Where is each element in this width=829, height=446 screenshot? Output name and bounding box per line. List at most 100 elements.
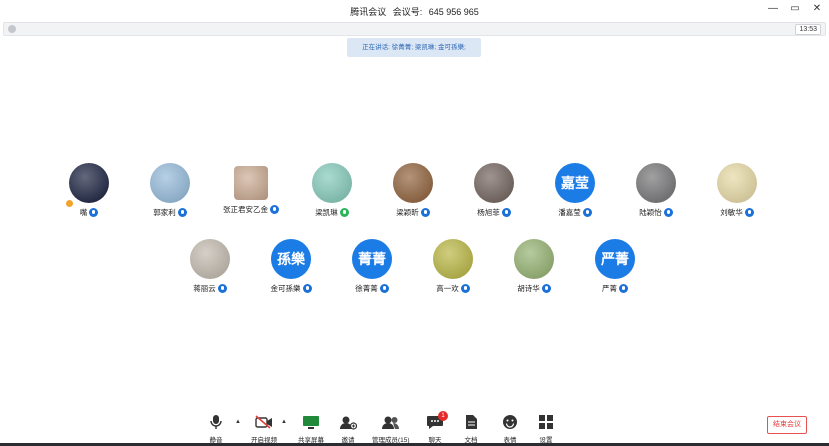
host-badge-icon bbox=[66, 200, 73, 207]
participant-tile[interactable]: 蒋丽云 bbox=[170, 239, 250, 294]
window-controls: — ▭ ✕ bbox=[767, 3, 823, 14]
microphone-icon bbox=[744, 208, 754, 217]
participant-name: 郭家利 bbox=[153, 208, 176, 217]
participant-name: 梁颖昕 bbox=[396, 208, 419, 217]
settings-icon bbox=[538, 414, 554, 430]
participant-tile[interactable]: 张正君安乙金 bbox=[211, 163, 291, 215]
toolbar-button-microphone[interactable]: 静音 bbox=[209, 414, 223, 444]
participant-name: 陆颖怡 bbox=[639, 208, 662, 217]
participant-name-line: 刘敏华 bbox=[697, 207, 777, 218]
avatar bbox=[150, 163, 190, 203]
app-name: 腾讯会议 bbox=[350, 7, 387, 17]
end-meeting-button[interactable]: 结束会议 bbox=[767, 416, 807, 434]
microphone-icon bbox=[541, 284, 551, 293]
microphone-icon bbox=[339, 208, 349, 217]
participant-name: 刘敏华 bbox=[720, 208, 743, 217]
participant-tile[interactable]: 嘉莹 潘嘉莹 bbox=[535, 163, 615, 218]
participant-name-line: 潘嘉莹 bbox=[535, 207, 615, 218]
participant-tile[interactable]: 孫樂 金可孫樂 bbox=[251, 239, 331, 294]
chevron-up-icon[interactable]: ▲ bbox=[281, 419, 287, 425]
participant-tile[interactable]: 菁菁 徐菁菁 bbox=[332, 239, 412, 294]
participant-name: 金可孫樂 bbox=[270, 284, 301, 293]
participant-tile[interactable]: 郭家利 bbox=[130, 163, 210, 218]
invite-icon bbox=[339, 414, 357, 430]
toolbar-button-settings[interactable]: 设置 bbox=[538, 414, 554, 444]
minimize-icon[interactable]: — bbox=[767, 3, 779, 14]
avatar-initials: 严菁 bbox=[595, 239, 635, 279]
microphone-icon bbox=[582, 208, 592, 217]
participant-name: 潘嘉莹 bbox=[558, 208, 581, 217]
toolbar-button-emoji[interactable]: 表情 bbox=[502, 414, 518, 444]
participant-name-line: 梁凯琳 bbox=[292, 207, 372, 218]
participant-name-line: 梁颖昕 bbox=[373, 207, 453, 218]
participant-tile[interactable]: 杨旭菲 bbox=[454, 163, 534, 218]
shield-icon[interactable] bbox=[8, 25, 16, 33]
participant-name: 杨旭菲 bbox=[477, 208, 500, 217]
document-icon bbox=[464, 414, 478, 430]
window-title: 腾讯会议 会议号: 645 956 965 bbox=[0, 5, 829, 18]
meeting-timer: 13:53 bbox=[795, 24, 821, 35]
participant-tile[interactable]: 胡诗华 bbox=[494, 239, 574, 294]
members-icon bbox=[372, 414, 410, 430]
speaking-indicator: 正在讲话: 徐菁菁; 梁凯琳; 金可孫樂; bbox=[347, 38, 481, 57]
microphone-icon bbox=[270, 205, 279, 214]
participant-name-line: 嘴 bbox=[49, 207, 129, 218]
emoji-icon bbox=[502, 414, 518, 430]
toolbar-button-members[interactable]: 管理成员(15) bbox=[372, 414, 410, 444]
participant-name: 胡诗华 bbox=[517, 284, 540, 293]
participant-name: 徐菁菁 bbox=[355, 284, 378, 293]
participant-name: 严菁 bbox=[602, 284, 617, 293]
bottom-toolbar: 静音 开启视频 共享屏幕 邀请 管理成员(15) 1 聊天 文档 表情 设置 ▲ ▲ bbox=[0, 410, 829, 446]
title-bar: 腾讯会议 会议号: 645 956 965 — ▭ ✕ bbox=[0, 0, 829, 22]
participant-tile[interactable]: 严菁 严菁 bbox=[575, 239, 655, 294]
toolbar-button-camera-off[interactable]: 开启视频 bbox=[251, 414, 277, 444]
avatar bbox=[312, 163, 352, 203]
participant-name: 嘴 bbox=[79, 208, 88, 217]
microphone-icon bbox=[420, 208, 430, 217]
participant-name: 张正君安乙金 bbox=[223, 205, 268, 214]
screen-share-icon bbox=[298, 414, 324, 430]
participant-tile[interactable]: 嘴 bbox=[49, 163, 129, 218]
meeting-id-label: 会议号: bbox=[392, 7, 423, 17]
toolbar-button-screen-share[interactable]: 共享屏幕 bbox=[298, 414, 324, 444]
participant-name-line: 徐菁菁 bbox=[332, 283, 412, 294]
microphone-icon bbox=[89, 208, 99, 217]
microphone-icon bbox=[663, 208, 673, 217]
microphone-icon bbox=[379, 284, 389, 293]
close-icon[interactable]: ✕ bbox=[811, 3, 823, 14]
participant-tile[interactable]: 梁凯琳 bbox=[292, 163, 372, 218]
participant-name: 高一欢 bbox=[436, 284, 459, 293]
chevron-up-icon[interactable]: ▲ bbox=[235, 419, 241, 425]
participant-name: 蒋丽云 bbox=[193, 284, 216, 293]
chat-icon: 1 bbox=[426, 411, 448, 430]
participant-name-line: 严菁 bbox=[575, 283, 655, 294]
avatar bbox=[474, 163, 514, 203]
participant-name-line: 陆颖怡 bbox=[616, 207, 696, 218]
toolbar-button-chat[interactable]: 1 聊天 bbox=[426, 411, 448, 444]
microphone-icon bbox=[460, 284, 470, 293]
participant-name-line: 杨旭菲 bbox=[454, 207, 534, 218]
participant-name-line: 金可孫樂 bbox=[251, 283, 331, 294]
avatar-initials: 孫樂 bbox=[271, 239, 311, 279]
toolbar-button-document[interactable]: 文档 bbox=[464, 414, 478, 444]
avatar bbox=[69, 163, 109, 203]
avatar bbox=[234, 166, 268, 200]
participant-tile[interactable]: 刘敏华 bbox=[697, 163, 777, 218]
unread-badge: 1 bbox=[438, 411, 448, 421]
meeting-status-bar: 13:53 bbox=[3, 22, 826, 36]
toolbar-button-invite[interactable]: 邀请 bbox=[339, 414, 357, 444]
avatar bbox=[717, 163, 757, 203]
participant-name-line: 郭家利 bbox=[130, 207, 210, 218]
camera-off-icon bbox=[251, 414, 277, 430]
microphone-icon bbox=[177, 208, 187, 217]
avatar bbox=[393, 163, 433, 203]
avatar bbox=[190, 239, 230, 279]
avatar bbox=[636, 163, 676, 203]
participant-name-line: 胡诗华 bbox=[494, 283, 574, 294]
avatar bbox=[514, 239, 554, 279]
participant-tile[interactable]: 高一欢 bbox=[413, 239, 493, 294]
avatar-initials: 菁菁 bbox=[352, 239, 392, 279]
participant-tile[interactable]: 陆颖怡 bbox=[616, 163, 696, 218]
maximize-icon[interactable]: ▭ bbox=[789, 3, 801, 14]
participant-tile[interactable]: 梁颖昕 bbox=[373, 163, 453, 218]
